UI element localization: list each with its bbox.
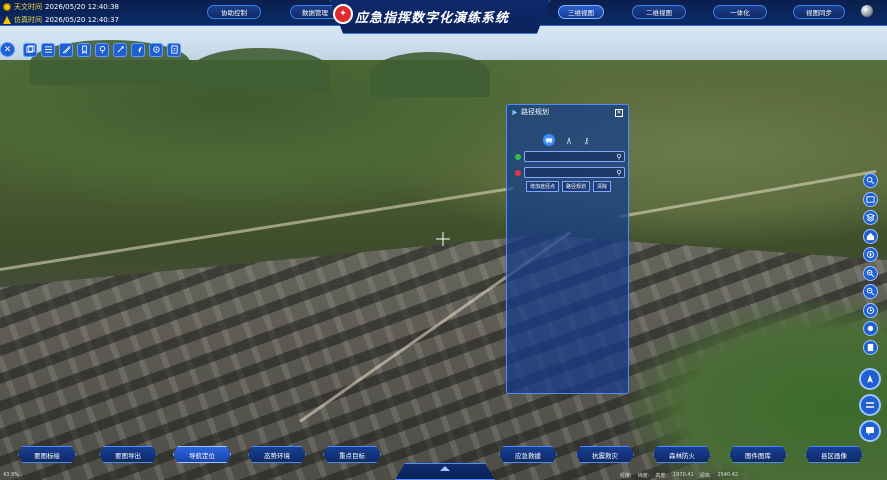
plane-icon (3, 15, 11, 24)
panel-header: 路径规划 (507, 105, 628, 119)
settings-icon[interactable] (149, 42, 163, 57)
left-toolbar: ✕ (0, 42, 181, 57)
layers-icon[interactable] (23, 42, 37, 57)
route-actions: 增加途径点 路径规划 清除 (526, 181, 612, 192)
panel-title: 路径规划 (521, 108, 549, 116)
mountain-ridge (190, 48, 330, 93)
plan-route-button[interactable]: 路径规划 (562, 181, 591, 192)
time-label: 仿真时间 (14, 15, 42, 24)
bottom-btn-forest-fire[interactable]: 森林防火 (653, 446, 711, 463)
chevron-up-icon (440, 466, 450, 471)
time-label: 天文时间 (14, 2, 42, 11)
end-row (515, 167, 625, 178)
draw-icon[interactable] (113, 42, 127, 57)
route-planning-panel: 路径规划 ✕ 增加途径点 路径规划 清除 (506, 104, 629, 394)
location-icon[interactable] (95, 42, 109, 57)
compass-icon[interactable] (863, 247, 878, 262)
bookmark-icon[interactable] (77, 42, 91, 57)
pin-icon[interactable] (616, 169, 622, 176)
simulation-time: 仿真时间 2026/05/20 12:40:37 (0, 13, 119, 26)
time-value: 2026/05/20 12:40:37 (45, 15, 120, 24)
measure-icon[interactable] (59, 42, 73, 57)
status-item: 视高: (699, 473, 712, 479)
zoom-out-icon[interactable] (863, 284, 878, 299)
add-waypoint-button[interactable]: 增加途径点 (526, 181, 560, 192)
status-item: 2540.42 (717, 472, 739, 478)
export-icon[interactable] (167, 42, 181, 57)
bottom-btn-county-profile[interactable]: 县区画像 (805, 446, 863, 463)
time-value: 2026/05/20 12:40:38 (45, 2, 120, 11)
status-coordinates: 经度: 纬度: 高度: 1970.41 视高: 2540.42 (620, 472, 885, 480)
status-item: 纬度: (637, 473, 650, 479)
search-icon[interactable] (863, 173, 878, 188)
astronomical-time: 天文时间 2026/05/20 12:40:38 (0, 0, 119, 13)
flight-icon[interactable] (131, 42, 145, 57)
navigate-icon[interactable] (859, 368, 881, 390)
bottom-btn-rescue[interactable]: 应急救援 (499, 446, 557, 463)
doc-icon[interactable] (863, 339, 878, 355)
right-toolbar (863, 173, 878, 355)
walk-icon[interactable] (583, 130, 591, 149)
status-item: 高度: (655, 473, 668, 479)
bottom-btn-key-targets[interactable]: 重点目标 (323, 446, 381, 463)
nav-2d-view[interactable]: 二维视图 (632, 5, 686, 19)
crosshair-icon (436, 232, 450, 246)
start-marker-icon (515, 153, 521, 160)
app-title: 应急指挥数字化演练系统 (355, 11, 510, 26)
bottom-btn-map-export[interactable]: 要图导出 (99, 446, 157, 463)
bottom-btn-navigation[interactable]: 导航定位 (173, 446, 231, 463)
close-icon[interactable]: ✕ (0, 42, 15, 57)
play-icon (512, 109, 518, 115)
bottom-btn-map-plotting[interactable]: 要图标绘 (18, 446, 76, 463)
clear-button[interactable]: 清除 (593, 181, 612, 192)
nav-view-sync[interactable]: 视图同步 (793, 5, 845, 19)
nav-3d-view[interactable]: 三维视图 (558, 5, 604, 19)
start-row (515, 151, 625, 162)
sun-icon (3, 2, 11, 11)
bottom-btn-earthquake[interactable]: 抗震救灾 (576, 446, 634, 463)
image-icon[interactable] (863, 191, 878, 207)
layers-icon[interactable] (863, 210, 878, 225)
pin-icon[interactable] (616, 153, 622, 160)
weather-icon[interactable] (863, 321, 878, 336)
home-icon[interactable] (863, 228, 878, 244)
start-point-input[interactable] (524, 151, 625, 162)
nav-integrated[interactable]: 一体化 (713, 5, 767, 19)
bottom-btn-situation[interactable]: 态势环境 (248, 446, 306, 463)
list-icon[interactable] (41, 42, 55, 57)
end-point-input[interactable] (524, 167, 625, 178)
map-viewport[interactable] (0, 0, 887, 480)
end-marker-icon (515, 169, 521, 176)
nav-assist-control[interactable]: 协助控制 (207, 5, 261, 19)
walk-route-icon[interactable] (565, 130, 573, 149)
mountain-ridge (370, 52, 490, 97)
status-item: 1970.41 (673, 472, 694, 478)
globe-icon[interactable] (861, 5, 873, 17)
emblem-logo: ✦ (333, 4, 353, 24)
car-icon[interactable] (543, 133, 555, 146)
chat-icon[interactable] (859, 420, 881, 442)
travel-mode-selector (543, 130, 591, 149)
history-icon[interactable] (863, 302, 878, 318)
zoom-in-icon[interactable] (863, 265, 878, 281)
bottom-expand-tab[interactable] (395, 463, 495, 480)
status-item: 经度: (620, 473, 632, 479)
status-progress: 43.9% (3, 472, 19, 478)
split-icon[interactable] (859, 394, 881, 416)
close-icon[interactable]: ✕ (615, 109, 623, 117)
bottom-btn-map-library[interactable]: 图件图库 (729, 446, 787, 463)
